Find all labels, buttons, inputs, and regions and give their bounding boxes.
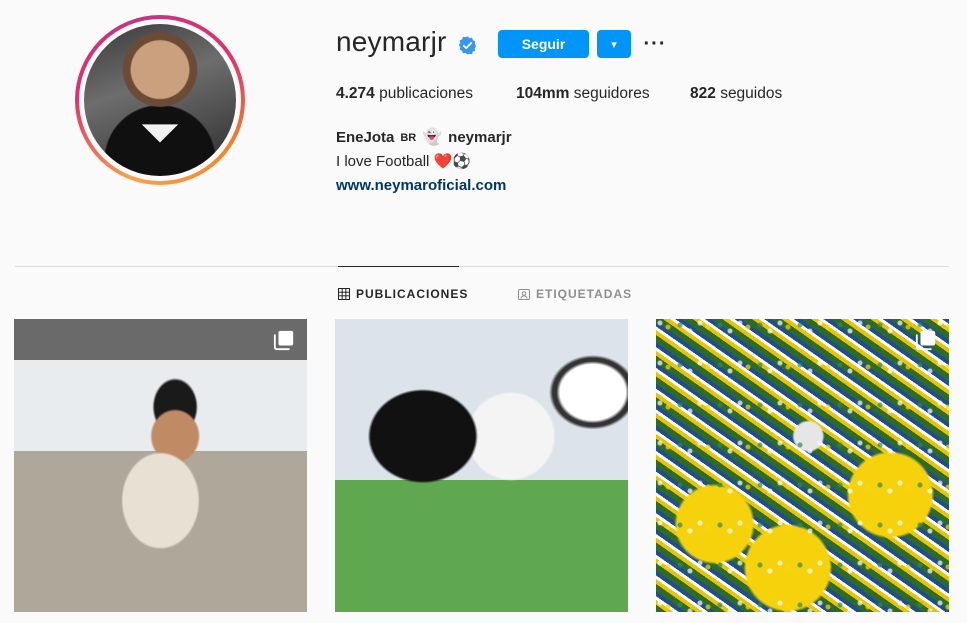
suggested-dropdown-button[interactable]: ▾ <box>597 30 631 58</box>
post-thumbnail[interactable] <box>335 319 628 612</box>
post-thumbnail[interactable] <box>14 319 307 612</box>
chevron-down-icon: ▾ <box>611 38 617 51</box>
profile-bio: EneJota BR 👻 neymarjr I love Football ❤️… <box>336 126 512 198</box>
tab-publicaciones-label: PUBLICACIONES <box>356 287 469 301</box>
follow-button[interactable]: Seguir <box>498 30 589 58</box>
posts-count: 4.274 publicaciones <box>336 85 473 103</box>
grid-icon <box>338 288 350 300</box>
bio-flag: BR <box>400 132 417 144</box>
bio-full-name: EneJota <box>336 129 395 146</box>
following-count-label: seguidos <box>720 85 783 102</box>
tagged-icon <box>518 289 530 300</box>
tab-etiquetadas-label: ETIQUETADAS <box>536 287 633 301</box>
more-options-icon[interactable]: ··· <box>644 30 666 58</box>
bio-name-line: EneJota BR 👻 neymarjr <box>336 126 512 150</box>
post-image-texture <box>656 319 949 612</box>
post-thumbnail[interactable] <box>656 319 949 612</box>
posts-count-value: 4.274 <box>336 85 375 102</box>
multiple-photos-icon <box>273 330 294 351</box>
profile-avatar-story-ring[interactable] <box>75 15 245 185</box>
multiple-photos-icon <box>915 330 936 351</box>
avatar[interactable] <box>84 24 236 176</box>
tabs-divider <box>15 266 949 267</box>
verified-badge-icon <box>458 36 477 55</box>
tab-etiquetadas[interactable]: ETIQUETADAS <box>518 287 632 301</box>
tab-publicaciones[interactable]: PUBLICACIONES <box>338 287 468 301</box>
bio-text: I love Football ❤️⚽ <box>336 153 471 170</box>
following-count[interactable]: 822 seguidos <box>690 85 782 103</box>
profile-username: neymarjr <box>336 26 447 57</box>
snapchat-ghost-icon: 👻 <box>422 129 443 146</box>
followers-count-value: 104mm <box>516 85 570 102</box>
following-count-value: 822 <box>690 85 716 102</box>
bio-website-link[interactable]: www.neymaroficial.com <box>336 177 506 194</box>
avatar-gap <box>79 19 241 181</box>
followers-count-label: seguidores <box>573 85 650 102</box>
followers-count[interactable]: 104mm seguidores <box>516 85 650 103</box>
active-tab-indicator <box>338 266 459 267</box>
posts-count-label: publicaciones <box>379 85 474 102</box>
bio-handle: neymarjr <box>448 129 512 146</box>
